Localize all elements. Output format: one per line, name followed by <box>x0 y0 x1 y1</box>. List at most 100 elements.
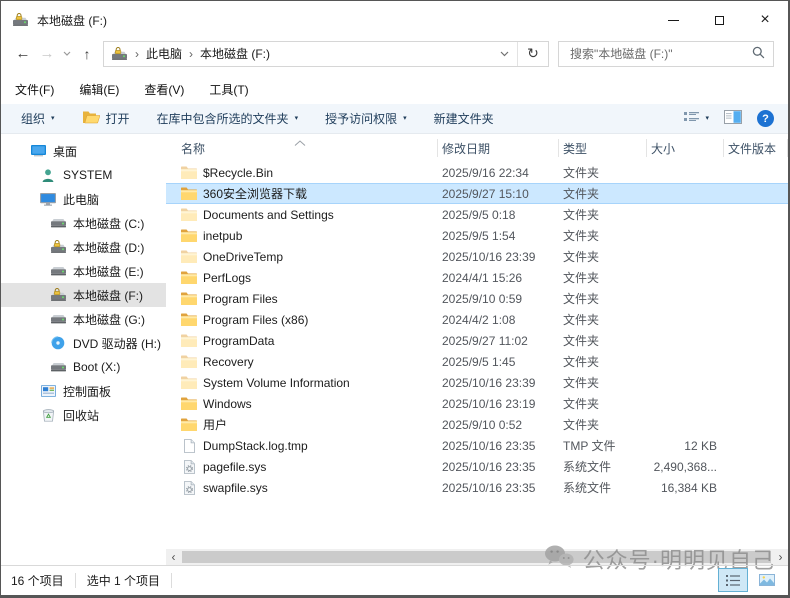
file-type: 文件夹 <box>559 185 647 202</box>
horizontal-scrollbar[interactable]: ‹ › <box>166 549 788 565</box>
folder-icon <box>181 166 197 179</box>
status-bar: 16 个项目 选中 1 个项目 <box>1 565 788 595</box>
refresh-button[interactable]: ↻ <box>517 42 548 66</box>
file-row[interactable]: System Volume Information2025/10/16 23:3… <box>166 372 788 393</box>
search-input[interactable] <box>568 46 752 62</box>
sidebar-item-drive-d[interactable]: 本地磁盘 (D:) <box>1 235 166 259</box>
main-area: 桌面SYSTEM此电脑本地磁盘 (C:)本地磁盘 (D:)本地磁盘 (E:)本地… <box>1 134 788 565</box>
file-size: 2,490,368... <box>647 460 724 474</box>
menu-view[interactable]: 查看(V) <box>144 81 184 98</box>
folder-icon <box>181 397 197 410</box>
thumbnails-view-button[interactable] <box>752 568 782 592</box>
file-row[interactable]: Windows2025/10/16 23:19文件夹 <box>166 393 788 414</box>
file-name-cell: DumpStack.log.tmp <box>166 439 438 453</box>
column-header-type[interactable]: 类型 <box>559 134 647 162</box>
dropdown-arrow-icon: ▾ <box>705 115 709 122</box>
file-row[interactable]: OneDriveTemp2025/10/16 23:39文件夹 <box>166 246 788 267</box>
open-button[interactable]: 打开 <box>82 110 130 127</box>
list-view-icon <box>684 111 699 126</box>
sidebar-item-drive-g[interactable]: 本地磁盘 (G:) <box>1 307 166 331</box>
scrollbar-thumb[interactable] <box>182 551 771 563</box>
close-button[interactable]: × <box>742 1 788 39</box>
column-header-size[interactable]: 大小 <box>647 134 724 162</box>
up-button[interactable]: ↑ <box>75 46 99 62</box>
new-folder-button[interactable]: 新建文件夹 <box>434 110 494 127</box>
file-name-cell: 用户 <box>166 416 438 433</box>
sidebar-item-label: 本地磁盘 (D:) <box>73 239 144 256</box>
sidebar-item-desktop[interactable]: 桌面 <box>1 139 166 163</box>
scroll-left-icon[interactable]: ‹ <box>166 549 181 565</box>
help-button[interactable]: ? <box>757 110 774 127</box>
column-headers: 名称 修改日期 类型 大小 文件版本 <box>166 134 788 162</box>
sidebar-item-drive-f[interactable]: 本地磁盘 (F:) <box>1 283 166 307</box>
scroll-right-icon[interactable]: › <box>773 549 788 565</box>
breadcrumb-this-pc[interactable]: 此电脑 <box>146 45 182 62</box>
file-row[interactable]: Program Files2025/9/10 0:59文件夹 <box>166 288 788 309</box>
give-access-button[interactable]: 授予访问权限 ▾ <box>325 110 407 127</box>
file-list-pane: 名称 修改日期 类型 大小 文件版本 $Recycle.Bin2025/9/16… <box>166 134 788 565</box>
file-type: 文件夹 <box>559 311 647 328</box>
back-button[interactable]: ← <box>11 45 35 62</box>
sidebar-item-control-panel[interactable]: 控制面板 <box>1 379 166 403</box>
file-row[interactable]: Recovery2025/9/5 1:45文件夹 <box>166 351 788 372</box>
menu-edit[interactable]: 编辑(E) <box>79 81 119 98</box>
sidebar-item-label: 本地磁盘 (G:) <box>73 311 145 328</box>
details-view-button[interactable] <box>718 568 748 592</box>
file-row[interactable]: DumpStack.log.tmp2025/10/16 23:35TMP 文件1… <box>166 435 788 456</box>
sidebar-item-label: 本地磁盘 (C:) <box>73 215 144 232</box>
file-row[interactable]: Program Files (x86)2024/4/2 1:08文件夹 <box>166 309 788 330</box>
organize-button[interactable]: 组织 ▾ <box>21 110 55 127</box>
include-in-library-button[interactable]: 在库中包含所选的文件夹 ▾ <box>157 110 299 127</box>
maximize-button[interactable] <box>696 1 742 39</box>
menu-tools[interactable]: 工具(T) <box>209 81 248 98</box>
status-separator <box>171 573 172 588</box>
breadcrumb-current-drive[interactable]: 本地磁盘 (F:) <box>200 45 270 62</box>
desktop-icon <box>29 145 47 157</box>
column-header-date-modified[interactable]: 修改日期 <box>438 134 559 162</box>
sidebar-item-boot-x[interactable]: Boot (X:) <box>1 355 166 379</box>
change-view-button[interactable]: ▾ <box>684 111 709 126</box>
file-date-modified: 2024/4/2 1:08 <box>438 313 559 327</box>
address-dropdown-chevron-icon[interactable] <box>491 42 517 66</box>
folder-icon <box>181 229 197 242</box>
column-header-file-version[interactable]: 文件版本 <box>724 134 788 162</box>
file-name-cell: Program Files <box>166 292 438 306</box>
sidebar-item-recycle-bin[interactable]: 回收站 <box>1 403 166 427</box>
sidebar-item-system[interactable]: SYSTEM <box>1 163 166 187</box>
file-row[interactable]: 360安全浏览器下载2025/9/27 15:10文件夹 <box>166 183 788 204</box>
file-type: 文件夹 <box>559 248 647 265</box>
file-row[interactable]: pagefile.sys2025/10/16 23:35系统文件2,490,36… <box>166 456 788 477</box>
sidebar-item-dvd-h[interactable]: DVD 驱动器 (H:) <box>1 331 166 355</box>
file-row[interactable]: PerfLogs2024/4/1 15:26文件夹 <box>166 267 788 288</box>
file-row[interactable]: $Recycle.Bin2025/9/16 22:34文件夹 <box>166 162 788 183</box>
file-row[interactable]: Documents and Settings2025/9/5 0:18文件夹 <box>166 204 788 225</box>
file-type: 系统文件 <box>559 479 647 496</box>
drive-lock-icon <box>49 240 67 254</box>
file-date-modified: 2025/9/5 1:54 <box>438 229 559 243</box>
file-date-modified: 2025/10/16 23:35 <box>438 460 559 474</box>
menu-file[interactable]: 文件(F) <box>15 81 54 98</box>
sidebar-item-label: SYSTEM <box>63 168 112 182</box>
preview-pane-button[interactable] <box>724 110 742 127</box>
file-type: 系统文件 <box>559 458 647 475</box>
file-row[interactable]: 用户2025/9/10 0:52文件夹 <box>166 414 788 435</box>
file-row[interactable]: inetpub2025/9/5 1:54文件夹 <box>166 225 788 246</box>
file-date-modified: 2025/9/10 0:59 <box>438 292 559 306</box>
window-title: 本地磁盘 (F:) <box>37 12 107 29</box>
command-toolbar: 组织 ▾ 打开 在库中包含所选的文件夹 ▾ 授予访问权限 ▾ 新建文件夹 ▾ <box>1 104 788 134</box>
column-header-name[interactable]: 名称 <box>166 134 438 162</box>
file-row[interactable]: swapfile.sys2025/10/16 23:35系统文件16,384 K… <box>166 477 788 498</box>
file-name: 用户 <box>203 416 227 433</box>
file-name-cell: ProgramData <box>166 334 438 348</box>
sidebar-item-drive-e[interactable]: 本地磁盘 (E:) <box>1 259 166 283</box>
sidebar-item-drive-c[interactable]: 本地磁盘 (C:) <box>1 211 166 235</box>
file-row[interactable]: ProgramData2025/9/27 11:02文件夹 <box>166 330 788 351</box>
file-name: PerfLogs <box>203 271 251 285</box>
forward-button[interactable]: → <box>35 45 59 62</box>
file-name-cell: OneDriveTemp <box>166 250 438 264</box>
drive-icon <box>49 313 67 325</box>
sidebar-item-this-pc[interactable]: 此电脑 <box>1 187 166 211</box>
recent-locations-chevron-icon[interactable] <box>59 51 75 56</box>
minimize-button[interactable] <box>650 1 696 39</box>
navigation-tree: 桌面SYSTEM此电脑本地磁盘 (C:)本地磁盘 (D:)本地磁盘 (E:)本地… <box>1 134 166 565</box>
